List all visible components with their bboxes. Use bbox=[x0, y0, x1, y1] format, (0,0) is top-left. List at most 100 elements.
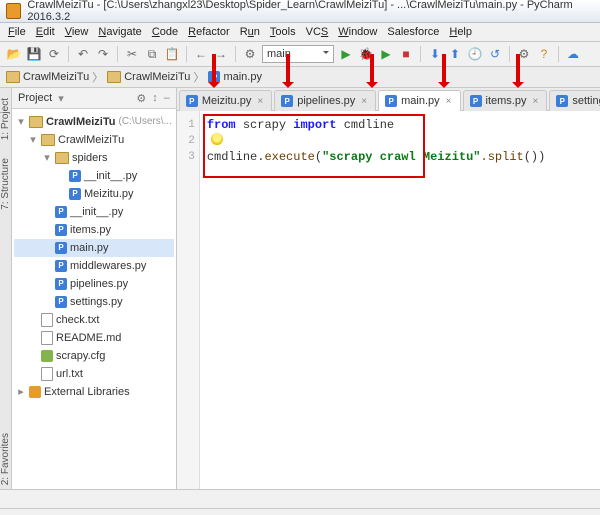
tree-file[interactable]: P middlewares.py bbox=[14, 257, 174, 275]
menu-view[interactable]: View bbox=[65, 26, 89, 38]
vcs-commit-icon[interactable]: ⬆ bbox=[447, 46, 463, 62]
intention-bulb-icon[interactable] bbox=[211, 133, 223, 145]
collapse-icon[interactable]: ↕ bbox=[152, 92, 158, 104]
code-line-3[interactable]: cmdline.execute("scrapy crawl Meizitu".s… bbox=[207, 149, 600, 165]
expand-icon[interactable]: ▾ bbox=[28, 132, 38, 148]
gear-icon[interactable]: ⚙ bbox=[136, 92, 146, 105]
tree-root[interactable]: ▾ CrawlMeiziTu (C:\Users\... bbox=[14, 113, 174, 131]
redo-icon[interactable]: ↷ bbox=[95, 46, 111, 62]
salesforce-icon[interactable]: ☁ bbox=[565, 46, 581, 62]
tab-label: pipelines.py bbox=[297, 95, 355, 107]
tab-meizitu[interactable]: P Meizitu.py × bbox=[179, 90, 272, 111]
help-icon[interactable]: ? bbox=[536, 46, 552, 62]
line-number: 2 bbox=[177, 133, 199, 149]
tree-file[interactable]: P __init__.py bbox=[14, 203, 174, 221]
expand-icon[interactable]: ▾ bbox=[42, 150, 52, 166]
rail-project[interactable]: 1: Project bbox=[0, 94, 11, 144]
open-icon[interactable]: 📂 bbox=[6, 46, 22, 62]
tree-file[interactable]: url.txt bbox=[14, 365, 174, 383]
tree-item-label: Meizitu.py bbox=[84, 186, 134, 202]
folder-icon bbox=[6, 71, 20, 83]
debug-icon[interactable]: 🐞 bbox=[358, 46, 374, 62]
tree-item-label: scrapy.cfg bbox=[56, 348, 105, 364]
tree-folder-spiders[interactable]: ▾ spiders bbox=[14, 149, 174, 167]
copy-icon[interactable]: ⧉ bbox=[144, 46, 160, 62]
window-title: CrawlMeiziTu - [C:\Users\zhangxl23\Deskt… bbox=[27, 0, 594, 23]
tree-file-selected[interactable]: P main.py bbox=[14, 239, 174, 257]
code-line-1[interactable]: from scrapy import cmdline bbox=[207, 117, 600, 133]
tab-main[interactable]: P main.py × bbox=[378, 90, 460, 111]
separator bbox=[68, 46, 69, 62]
menu-edit[interactable]: Edit bbox=[36, 26, 55, 38]
tab-settings[interactable]: P settings.py × bbox=[549, 90, 600, 111]
breadcrumb-root[interactable]: CrawlMeiziTu 〉 bbox=[6, 69, 103, 85]
vcs-update-icon[interactable]: ⬇ bbox=[427, 46, 443, 62]
rail-structure[interactable]: 7: Structure bbox=[0, 154, 11, 214]
tree-file[interactable]: P pipelines.py bbox=[14, 275, 174, 293]
menu-refactor[interactable]: Refactor bbox=[188, 26, 230, 38]
breadcrumb-folder[interactable]: CrawlMeiziTu 〉 bbox=[107, 69, 204, 85]
hide-icon[interactable]: – bbox=[164, 92, 170, 104]
cut-icon[interactable]: ✂ bbox=[124, 46, 140, 62]
python-file-icon: P bbox=[69, 188, 81, 200]
expand-icon[interactable]: ▾ bbox=[16, 114, 26, 130]
save-icon[interactable]: 💾 bbox=[26, 46, 42, 62]
code-editor[interactable]: 1 2 3 from scrapy import cmdline cmdline… bbox=[177, 111, 600, 489]
menu-file[interactable]: File bbox=[8, 26, 26, 38]
menu-tools[interactable]: Tools bbox=[270, 26, 296, 38]
menu-vcs[interactable]: VCS bbox=[306, 26, 329, 38]
tree-file[interactable]: P __init__.py bbox=[14, 167, 174, 185]
menu-run[interactable]: Run bbox=[240, 26, 260, 38]
undo-icon[interactable]: ↶ bbox=[75, 46, 91, 62]
menu-help[interactable]: Help bbox=[449, 26, 472, 38]
tree-file[interactable]: P settings.py bbox=[14, 293, 174, 311]
tree-item-label: External Libraries bbox=[44, 384, 130, 400]
editor-tabstrip: P Meizitu.py × P pipelines.py × P main.p… bbox=[177, 88, 600, 111]
python-file-icon: P bbox=[470, 95, 482, 107]
code-line-2[interactable] bbox=[207, 133, 600, 149]
folder-icon bbox=[107, 71, 121, 83]
expand-icon[interactable]: ▸ bbox=[16, 384, 26, 400]
settings-icon[interactable]: ⚙ bbox=[516, 46, 532, 62]
tree-item-label: CrawlMeiziTu bbox=[58, 132, 124, 148]
tree-folder[interactable]: ▾ CrawlMeiziTu bbox=[14, 131, 174, 149]
fn-execute: execute bbox=[264, 150, 314, 164]
rail-favorites[interactable]: 2: Favorites bbox=[0, 429, 11, 489]
run-configuration-combo[interactable]: main bbox=[262, 45, 334, 63]
tree-file[interactable]: README.md bbox=[14, 329, 174, 347]
tree-file[interactable]: P items.py bbox=[14, 221, 174, 239]
menu-navigate[interactable]: Navigate bbox=[98, 26, 141, 38]
back-icon[interactable]: ← bbox=[193, 46, 209, 62]
breadcrumb: CrawlMeiziTu 〉 CrawlMeiziTu 〉 P main.py bbox=[0, 67, 600, 88]
vcs-history-icon[interactable]: 🕘 bbox=[467, 46, 483, 62]
project-tree[interactable]: ▾ CrawlMeiziTu (C:\Users\... ▾ CrawlMeiz… bbox=[12, 109, 176, 489]
build-icon[interactable]: ⚙ bbox=[242, 46, 258, 62]
coverage-icon[interactable]: ▶ bbox=[378, 46, 394, 62]
menu-salesforce[interactable]: Salesforce bbox=[387, 26, 439, 38]
paste-icon[interactable]: 📋 bbox=[164, 46, 180, 62]
sync-icon[interactable]: ⟳ bbox=[46, 46, 62, 62]
tree-file[interactable]: P Meizitu.py bbox=[14, 185, 174, 203]
vcs-revert-icon[interactable]: ↺ bbox=[487, 46, 503, 62]
close-icon[interactable]: × bbox=[446, 96, 452, 107]
dropdown-icon[interactable]: ▾ bbox=[58, 92, 64, 105]
tree-external-libraries[interactable]: ▸ External Libraries bbox=[14, 383, 174, 401]
close-icon[interactable]: × bbox=[532, 96, 538, 107]
close-icon[interactable]: × bbox=[257, 96, 263, 107]
code-content[interactable]: from scrapy import cmdline cmdline.execu… bbox=[201, 111, 600, 171]
menu-code[interactable]: Code bbox=[152, 26, 178, 38]
stop-icon[interactable]: ■ bbox=[398, 46, 414, 62]
menu-window[interactable]: Window bbox=[338, 26, 377, 38]
tree-file[interactable]: scrapy.cfg bbox=[14, 347, 174, 365]
tab-items[interactable]: P items.py × bbox=[463, 90, 548, 111]
tree-item-label: url.txt bbox=[56, 366, 83, 382]
forward-icon[interactable]: → bbox=[213, 46, 229, 62]
close-icon[interactable]: × bbox=[361, 96, 367, 107]
tree-file[interactable]: check.txt bbox=[14, 311, 174, 329]
tree-item-label: __init__.py bbox=[84, 168, 137, 184]
breadcrumb-file[interactable]: P main.py bbox=[208, 71, 262, 83]
run-icon[interactable]: ▶ bbox=[338, 46, 354, 62]
tab-pipelines[interactable]: P pipelines.py × bbox=[274, 90, 376, 111]
python-file-icon: P bbox=[55, 296, 67, 308]
python-file-icon: P bbox=[186, 95, 198, 107]
